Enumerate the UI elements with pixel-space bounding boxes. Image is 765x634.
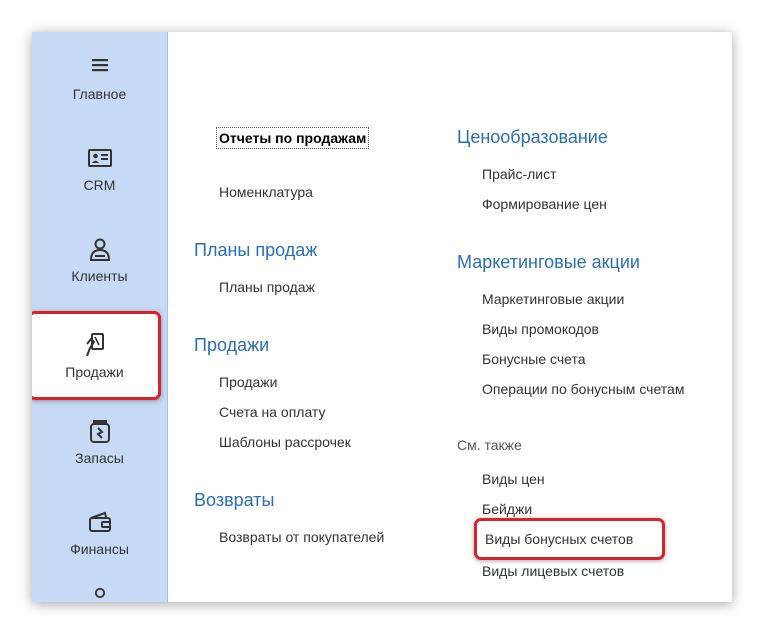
link-price-types[interactable]: Виды цен (482, 471, 545, 487)
link-nomenclature[interactable]: Номенклатура (219, 184, 313, 200)
sidebar-item-finance[interactable]: Финансы (32, 492, 167, 574)
section-panel: Отчеты по продажам Номенклатура Планы пр… (168, 32, 732, 602)
menu-icon (91, 59, 108, 72)
person-icon (89, 238, 110, 261)
link-price-formation[interactable]: Формирование цен (482, 196, 607, 212)
sidebar-item-label: Запасы (75, 450, 124, 466)
stock-jar-icon (89, 420, 110, 443)
link-bonus-operations[interactable]: Операции по бонусным счетам (482, 381, 684, 397)
contact-card-icon (87, 149, 112, 167)
link-bonus-accounts[interactable]: Бонусные счета (482, 351, 586, 367)
link-badges[interactable]: Бейджи (482, 501, 532, 517)
link-installment-templates[interactable]: Шаблоны рассрочек (219, 434, 351, 450)
group-title-sales-plans: Планы продаж (194, 240, 318, 260)
sidebar-item-crm[interactable]: CRM (32, 128, 167, 210)
link-sales-plans[interactable]: Планы продаж (219, 279, 315, 295)
link-label: Виды бонусных счетов (485, 531, 634, 547)
group-title-sales: Продажи (194, 335, 270, 355)
sidebar-item-label: Клиенты (71, 268, 128, 284)
sidebar-item-label: Главное (72, 86, 127, 102)
link-price-list[interactable]: Прайс-лист (482, 166, 557, 182)
group-title-marketing: Маркетинговые акции (457, 252, 640, 272)
link-marketing-actions[interactable]: Маркетинговые акции (482, 291, 624, 307)
link-invoices[interactable]: Счета на оплату (219, 404, 326, 420)
app-window: Главное CRM Клиенты Запасы Финансы Прода… (32, 32, 732, 602)
sidebar-item-clients[interactable]: Клиенты (32, 219, 167, 301)
sidebar-item-sales[interactable]: Продажи (32, 311, 161, 400)
link-customer-returns[interactable]: Возвраты от покупателей (219, 529, 384, 545)
sidebar-item-more[interactable] (32, 580, 167, 602)
group-title-pricing: Ценообразование (457, 127, 608, 147)
sidebar-item-label: Продажи (65, 363, 124, 380)
link-sales[interactable]: Продажи (219, 374, 277, 390)
link-promo-types[interactable]: Виды промокодов (482, 321, 599, 337)
link-sales-reports[interactable]: Отчеты по продажам (215, 127, 370, 149)
sidebar-item-stock[interactable]: Запасы (32, 401, 167, 483)
person-icon (94, 587, 105, 598)
sidebar-item-label: CRM (83, 177, 116, 193)
wallet-icon (88, 511, 111, 532)
link-personal-account-types[interactable]: Виды лицевых счетов (482, 563, 624, 579)
sidebar-item-main[interactable]: Главное (32, 37, 167, 119)
group-title-returns: Возвраты (194, 490, 275, 510)
sales-hand-icon (85, 332, 104, 356)
link-bonus-account-types[interactable]: Виды бонусных счетов (474, 518, 665, 560)
sidebar-item-label: Финансы (70, 541, 129, 557)
see-also-heading: См. также (457, 437, 522, 453)
